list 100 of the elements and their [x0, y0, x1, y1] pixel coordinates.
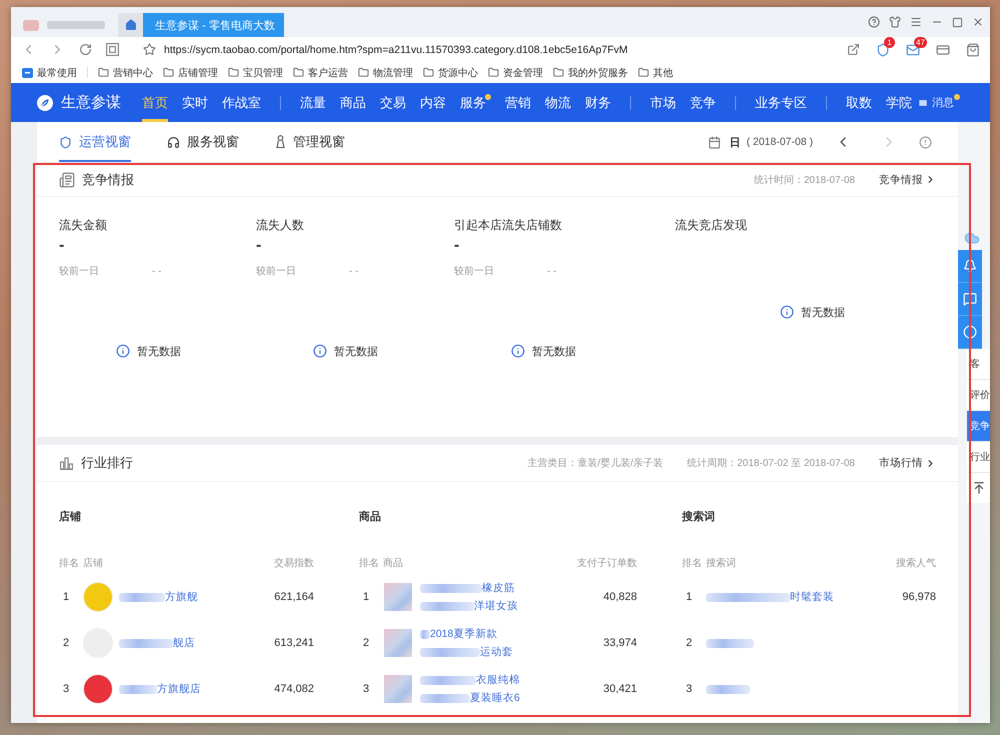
blurred-text: [420, 630, 430, 638]
maximize-icon[interactable]: [952, 16, 963, 28]
column-header: 店铺: [83, 556, 103, 570]
market-link[interactable]: 市场行情: [879, 456, 936, 470]
shop-name-link[interactable]: 方旗舰店: [157, 682, 201, 696]
frame-icon[interactable]: [106, 43, 119, 56]
bookmark-folder[interactable]: 货源中心: [438, 66, 478, 80]
shirt-icon[interactable]: [889, 16, 901, 28]
nav-item[interactable]: 实时: [182, 83, 208, 122]
value-cell: 621,164: [274, 591, 314, 603]
folder-icon: [553, 67, 564, 78]
view-tab[interactable]: 管理视窗: [275, 122, 345, 162]
product-name-link[interactable]: 衣服纯棉: [476, 674, 520, 686]
shop-name-link[interactable]: 舰店: [173, 636, 195, 650]
url-text: https://sycm.taobao.com/portal/home.htm?spm=a211vu.11570393.category.d108.1ebc5e16Ap7FvM: [164, 44, 628, 56]
column-header: 交易指数: [274, 556, 314, 570]
bookmark-folder[interactable]: 营销中心: [113, 66, 153, 80]
address-field[interactable]: https://sycm.taobao.com/portal/home.htm?spm=a211vu.11570393.category.d108.1ebc5e16Ap7FvM: [137, 39, 823, 60]
shop-name-link[interactable]: 方旗舰: [165, 590, 198, 604]
info-icon: [313, 344, 327, 358]
nav-item[interactable]: 业务专区: [755, 83, 807, 122]
product-name-link[interactable]: 夏装睡衣6: [470, 692, 520, 704]
bookmark-folder[interactable]: 宝贝管理: [243, 66, 283, 80]
bookmark-folder[interactable]: 资金管理: [503, 66, 543, 80]
empty-state-text: 暂无数据: [137, 344, 181, 358]
back-to-top-button[interactable]: [967, 473, 990, 503]
close-icon[interactable]: [972, 16, 984, 28]
blurred-text: [119, 638, 173, 648]
messages-link[interactable]: 消息: [918, 83, 960, 122]
view-tab[interactable]: 运营视窗: [59, 122, 131, 162]
external-link-icon[interactable]: [847, 43, 860, 56]
compare-label: 较前一日: [256, 266, 297, 278]
folder-icon: [488, 67, 499, 78]
folder-icon: [98, 67, 109, 78]
nav-item[interactable]: 学院: [886, 83, 912, 122]
bag-icon[interactable]: [966, 42, 980, 56]
nav-item[interactable]: 取数: [846, 83, 872, 122]
nav-item[interactable]: 财务: [585, 83, 611, 122]
nav-item[interactable]: 竞争: [690, 83, 716, 122]
column-header: 排名: [682, 556, 703, 570]
metric-value: -: [454, 236, 460, 256]
bookmark-folder[interactable]: 我的外贸服务: [568, 66, 628, 80]
empty-state-text: 暂无数据: [334, 344, 378, 358]
blurred-text: [420, 694, 470, 702]
menu-icon[interactable]: [910, 16, 922, 28]
view-tab[interactable]: 服务视窗: [167, 122, 239, 162]
browser-tab[interactable]: 生意参谋 - 零售电商大数: [143, 13, 284, 37]
rank-number: 3: [62, 683, 70, 695]
nav-item[interactable]: 商品: [340, 83, 366, 122]
nav-item[interactable]: 营销: [505, 83, 531, 122]
nav-item[interactable]: 交易: [380, 83, 406, 122]
side-menu-item[interactable]: 评价: [967, 380, 990, 411]
empty-state-text: 暂无数据: [801, 306, 845, 320]
side-menu-item[interactable]: 竞争: [967, 411, 990, 442]
info-icon: [116, 344, 130, 358]
value-cell: 96,978: [902, 591, 936, 603]
product-name-link[interactable]: 洋堪女孩: [474, 600, 518, 612]
star-icon[interactable]: [143, 43, 156, 56]
empty-state-text: 暂无数据: [532, 344, 576, 358]
product-name-link[interactable]: 橡皮筋: [482, 582, 515, 594]
notification-badge: 1: [884, 36, 895, 48]
nav-item[interactable]: 作战室: [222, 83, 261, 122]
shield-icon: [59, 136, 72, 148]
rank-number: 1: [685, 591, 694, 603]
bookmark-folder[interactable]: 店铺管理: [178, 66, 218, 80]
keyword-link[interactable]: 时髦套装: [790, 590, 834, 604]
side-menu-item[interactable]: 客: [967, 349, 990, 380]
nav-item[interactable]: 物流: [545, 83, 571, 122]
arrow-up-icon: [972, 481, 986, 495]
value-cell: 613,241: [274, 637, 314, 649]
value-cell: 40,828: [603, 591, 637, 603]
blurred-favicon-icon: [23, 20, 39, 30]
product-name-link[interactable]: 2018夏季新款: [430, 628, 498, 640]
help-icon[interactable]: [868, 16, 880, 28]
card-title: 行业排行: [81, 454, 133, 472]
alert-icon[interactable]: [919, 136, 932, 148]
bookmark-folder[interactable]: 客户运营: [308, 66, 348, 80]
compare-label: 较前一日: [59, 266, 100, 278]
blurred-text: [47, 21, 105, 29]
nav-item[interactable]: 内容: [420, 83, 446, 122]
blurred-text: [420, 602, 474, 610]
bookmark-folder[interactable]: 物流管理: [373, 66, 413, 80]
panel-title: 商品: [359, 510, 381, 525]
nav-item[interactable]: 流量: [300, 83, 326, 122]
rank-number: 2: [685, 637, 694, 649]
column-header: 搜索人气: [896, 556, 936, 570]
bookmark-folder[interactable]: 其他: [653, 66, 673, 80]
product-name-link[interactable]: 运动套: [480, 646, 513, 658]
panel-title: 店铺: [59, 510, 81, 525]
nav-item[interactable]: 服务: [460, 83, 491, 122]
competition-link[interactable]: 竞争情报: [879, 172, 936, 186]
folder-icon: [293, 67, 304, 78]
metric-label: 流失竞店发现: [675, 218, 747, 232]
notification-badge: 47: [914, 36, 927, 48]
calendar-icon[interactable]: [708, 136, 722, 148]
bookmark-link[interactable]: 最常使用: [37, 66, 77, 80]
nav-item[interactable]: 市场: [650, 83, 676, 122]
card-icon[interactable]: [936, 42, 950, 56]
home-tab[interactable]: [118, 13, 143, 37]
reload-icon[interactable]: [79, 43, 92, 56]
